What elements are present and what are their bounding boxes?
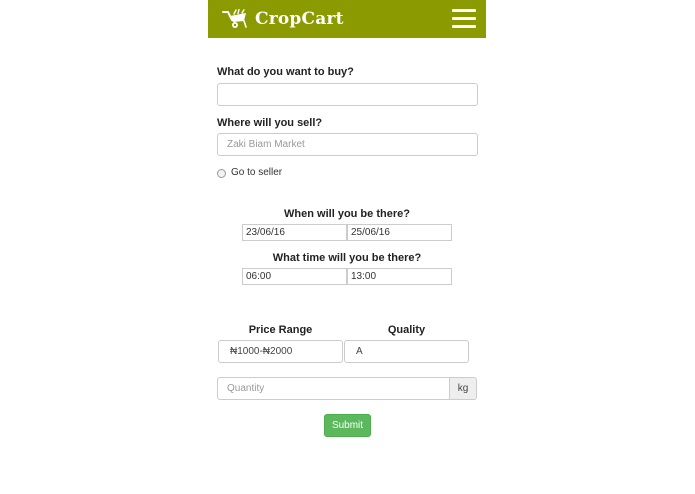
hamburger-menu-icon[interactable] [452, 9, 476, 28]
quality-input[interactable] [344, 340, 469, 363]
wheelbarrow-icon [222, 9, 249, 29]
buy-input[interactable] [217, 83, 478, 106]
brand-name: CropCart [255, 9, 344, 29]
go-to-seller-label: Go to seller [231, 167, 283, 178]
date-to-input[interactable] [347, 224, 452, 241]
sell-location-input[interactable] [217, 133, 478, 156]
brand[interactable]: CropCart [222, 6, 344, 32]
date-from-input[interactable] [242, 224, 347, 241]
price-range-label: Price Range [248, 324, 313, 336]
page: CropCart What do you want to buy? Where … [0, 0, 695, 494]
navbar: CropCart [208, 0, 486, 38]
quantity-input[interactable] [217, 377, 450, 400]
quality-label: Quality [387, 324, 426, 336]
go-to-seller-radio[interactable] [217, 169, 226, 178]
when-label: When will you be there? [284, 208, 410, 220]
quantity-unit-addon: kg [450, 377, 477, 400]
submit-button[interactable]: Submit [324, 414, 371, 437]
price-range-input[interactable] [218, 340, 343, 363]
time-to-input[interactable] [347, 268, 452, 285]
time-label: What time will you be there? [272, 252, 422, 264]
sell-label: Where will you sell? [217, 117, 323, 129]
buy-label: What do you want to buy? [217, 66, 354, 78]
time-from-input[interactable] [242, 268, 347, 285]
